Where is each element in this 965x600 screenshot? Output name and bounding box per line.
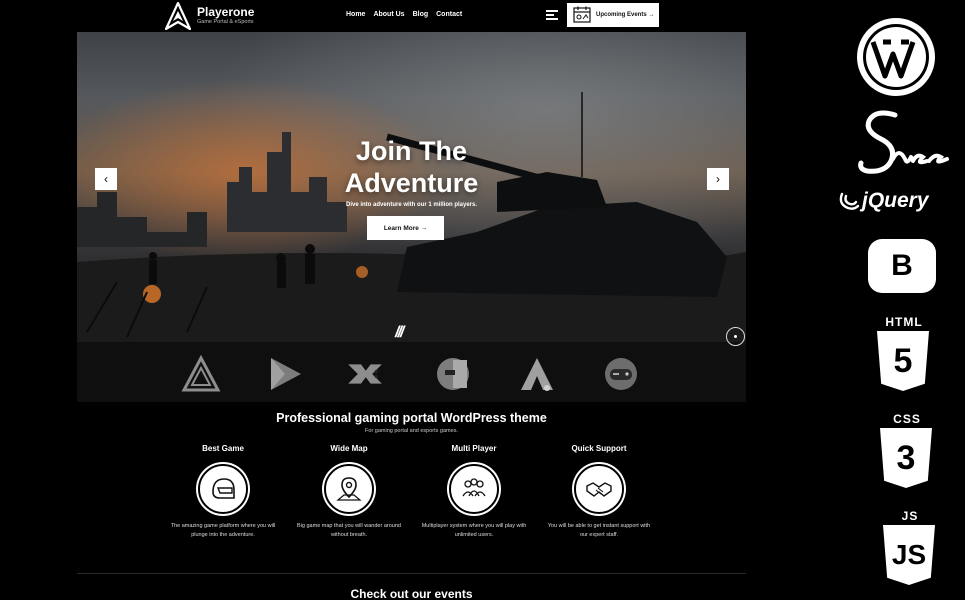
slider-prev-button[interactable]: ‹ xyxy=(95,168,117,190)
javascript-logo: JS JS xyxy=(883,509,937,585)
css3-logo: CSS 3 xyxy=(880,412,934,488)
html5-logo: HTML 5 xyxy=(877,315,931,391)
events-calendar-icon xyxy=(573,6,591,23)
robot-head-logo-icon xyxy=(437,358,469,390)
nav-blog[interactable]: Blog xyxy=(413,11,429,18)
slide-marker: /// xyxy=(395,324,404,341)
triangle-logo-icon xyxy=(181,354,221,392)
html5-label: HTML xyxy=(885,315,923,329)
scroll-indicator-icon[interactable] xyxy=(726,327,745,346)
feature-description: The amazing game platform where you will… xyxy=(170,523,276,538)
intro-title: Professional gaming portal WordPress the… xyxy=(276,411,547,425)
handshake-icon xyxy=(574,464,624,514)
hero-headline: Join The Adventure xyxy=(77,135,746,199)
feature-card: Quick Support You will be able to get in… xyxy=(544,444,654,540)
upcoming-events-button[interactable]: Upcoming Events → xyxy=(567,3,659,27)
section-divider xyxy=(77,573,746,574)
helmet-icon xyxy=(198,464,248,514)
group-icon xyxy=(449,464,499,514)
brand-logo[interactable]: Playerone Game Portal & eSports xyxy=(165,2,254,30)
slider-next-button[interactable]: › xyxy=(707,168,729,190)
feature-card: Multi Player Multiplayer system where yo… xyxy=(419,444,529,540)
sass-logo-icon xyxy=(858,110,949,174)
hero-headline-line2: Adventure xyxy=(344,168,479,198)
jquery-logo: jQuery xyxy=(838,189,929,213)
main-nav: Home About Us Blog Contact xyxy=(346,11,462,18)
nav-contact[interactable]: Contact xyxy=(436,11,462,18)
jquery-swoosh-icon xyxy=(839,192,860,210)
css3-shield: 3 xyxy=(880,428,932,488)
events-section-title: Check out our events xyxy=(350,587,473,600)
jquery-wordmark: jQuery xyxy=(862,189,929,212)
gamepad-x-logo-icon xyxy=(348,364,382,384)
wordpress-logo-icon xyxy=(857,18,935,96)
brand-tagline: Game Portal & eSports xyxy=(197,19,254,25)
bootstrap-letter: B xyxy=(879,246,925,286)
feature-card: Best Game The amazing game platform wher… xyxy=(168,444,278,540)
map-pin-icon xyxy=(324,464,374,514)
feature-description: You will be able to get instant support … xyxy=(547,523,651,538)
javascript-shield: JS xyxy=(883,525,935,585)
hero-slider: Join The Adventure Dive into adventure w… xyxy=(77,32,746,402)
intro-subtitle: For gaming portal and esports games. xyxy=(365,428,458,434)
feature-title: Wide Map xyxy=(330,444,368,453)
feature-title: Best Game xyxy=(202,444,244,453)
brand-mark-icon xyxy=(165,2,191,30)
nav-home[interactable]: Home xyxy=(346,11,365,18)
upcoming-events-label: Upcoming Events → xyxy=(596,12,655,18)
html5-shield: 5 xyxy=(877,331,929,391)
site-header: Playerone Game Portal & eSports Home Abo… xyxy=(0,0,760,32)
controller-badge-logo-icon xyxy=(605,358,637,390)
nav-about-us[interactable]: About Us xyxy=(373,11,404,18)
css3-label: CSS xyxy=(893,412,921,426)
feature-description: Big game map that you will wander around… xyxy=(297,523,401,538)
feature-title: Multi Player xyxy=(451,444,497,453)
menu-toggle-icon[interactable] xyxy=(546,10,558,20)
partner-logos xyxy=(77,354,746,394)
hero-headline-line1: Join The xyxy=(355,136,467,166)
brand-name: Playerone xyxy=(197,5,255,19)
feature-description: Multiplayer system where you will play w… xyxy=(421,523,527,538)
play-logo-icon xyxy=(271,358,301,390)
feature-title: Quick Support xyxy=(571,444,627,453)
feature-card: Wide Map Big game map that you will wand… xyxy=(294,444,404,540)
javascript-label: JS xyxy=(901,509,919,523)
hero-subline: Dive into adventure with our 1 million p… xyxy=(345,202,478,208)
bootstrap-logo: B xyxy=(868,239,936,293)
letter-a-logo-icon xyxy=(521,358,553,391)
learn-more-button[interactable]: Learn More → xyxy=(367,216,444,240)
